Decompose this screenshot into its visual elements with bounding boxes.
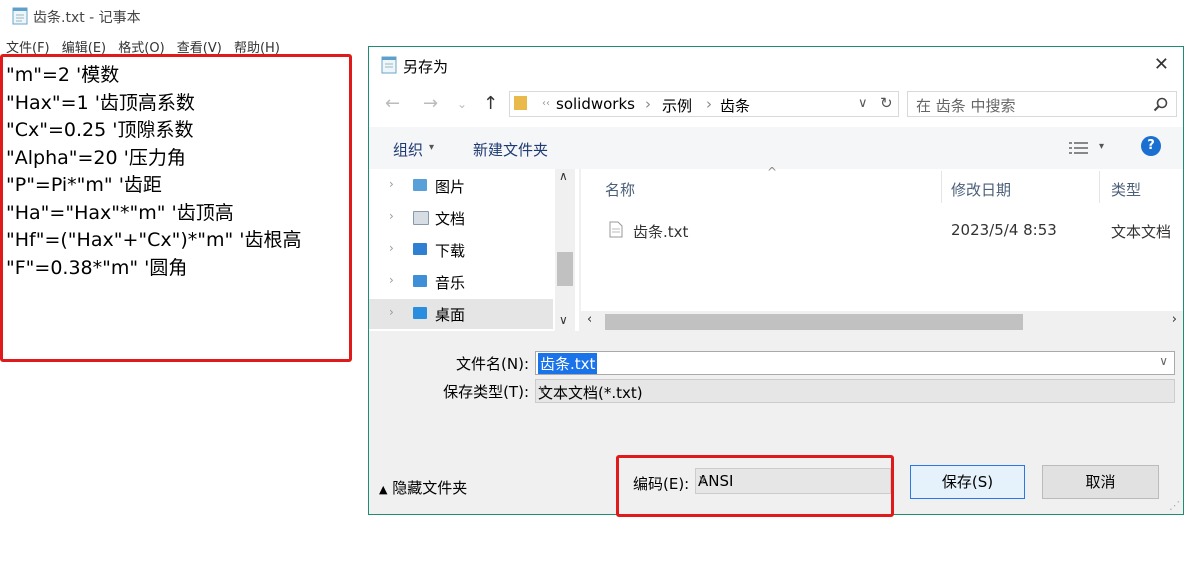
search-box[interactable]: 在 齿条 中搜索 bbox=[907, 91, 1177, 117]
filename-input[interactable]: 齿条.txt ∨ bbox=[535, 351, 1175, 375]
view-options-icon[interactable] bbox=[1069, 141, 1089, 155]
up-arrow-icon[interactable]: ↑ bbox=[483, 93, 498, 114]
notepad-titlebar: 齿条.txt - 记事本 bbox=[0, 0, 360, 34]
notepad-icon bbox=[381, 56, 397, 74]
notepad-icon bbox=[12, 7, 28, 25]
music-folder-icon bbox=[413, 275, 427, 287]
nav-item-label: 音乐 bbox=[435, 274, 466, 292]
nav-item-documents[interactable]: › 文档 bbox=[369, 203, 553, 233]
resize-grip-icon[interactable]: ⋰ bbox=[1169, 499, 1180, 512]
column-header-date[interactable]: 修改日期 bbox=[951, 179, 1011, 200]
nav-item-music[interactable]: › 音乐 bbox=[369, 267, 553, 297]
filetype-label: 保存类型(T): bbox=[443, 383, 529, 401]
nav-item-desktop[interactable]: › 桌面 bbox=[369, 299, 553, 329]
breadcrumb-overflow-icon: ‹‹ bbox=[542, 98, 550, 109]
filetype-select[interactable]: 文本文档(*.txt) ∨ bbox=[535, 379, 1175, 403]
search-placeholder: 在 齿条 中搜索 bbox=[916, 97, 1016, 115]
breadcrumb-separator-icon: › bbox=[645, 95, 651, 113]
address-row: ← → ⌄ ↑ ‹‹ solidworks › 示例 › 齿条 ∨ ↻ 在 齿条… bbox=[369, 83, 1183, 127]
file-name[interactable]: 齿条.txt bbox=[633, 221, 688, 242]
column-header-type[interactable]: 类型 bbox=[1111, 179, 1141, 200]
hide-folders-label: 隐藏文件夹 bbox=[392, 479, 468, 497]
nav-item-pictures[interactable]: › 图片 bbox=[369, 171, 553, 201]
nav-item-label: 下载 bbox=[435, 242, 466, 260]
dialog-toolbar: 组织 ▾ 新建文件夹 ▾ ? bbox=[369, 127, 1183, 169]
address-bar[interactable]: ‹‹ solidworks › 示例 › 齿条 ∨ ↻ bbox=[509, 91, 899, 117]
hide-folders-toggle[interactable]: ▲ 隐藏文件夹 bbox=[379, 477, 467, 498]
expand-arrow-icon[interactable]: › bbox=[389, 209, 394, 223]
nav-scrollbar[interactable]: ∧ ∨ bbox=[555, 169, 575, 331]
back-arrow-icon[interactable]: ← bbox=[385, 93, 400, 114]
file-list: ^ 名称 修改日期 类型 齿条.txt 2023/5/4 8:53 文本文档 bbox=[581, 165, 1183, 331]
column-divider[interactable] bbox=[1099, 171, 1100, 203]
chevron-down-icon: ▾ bbox=[429, 142, 435, 153]
highlight-box-encoding bbox=[616, 455, 894, 517]
close-icon[interactable]: ✕ bbox=[1154, 54, 1169, 75]
filename-value: 齿条.txt bbox=[538, 353, 598, 374]
navigation-pane: › 图片 › 文档 › 下载 › 音乐 › 桌面 bbox=[369, 169, 579, 331]
scroll-down-icon[interactable]: ∨ bbox=[559, 313, 568, 327]
nav-scrollbar-thumb[interactable] bbox=[557, 252, 573, 286]
chevron-down-icon[interactable]: ⌄ bbox=[457, 97, 467, 111]
downloads-folder-icon bbox=[413, 243, 427, 255]
nav-item-label: 图片 bbox=[435, 178, 466, 196]
expand-arrow-icon[interactable]: › bbox=[389, 305, 394, 319]
nav-item-label: 桌面 bbox=[435, 306, 466, 324]
dialog-titlebar: 另存为 ✕ bbox=[369, 47, 1183, 83]
organize-button[interactable]: 组织 bbox=[393, 139, 423, 160]
save-button[interactable]: 保存(S) bbox=[910, 465, 1025, 499]
expand-arrow-icon[interactable]: › bbox=[389, 177, 394, 191]
save-as-dialog: 另存为 ✕ ← → ⌄ ↑ ‹‹ solidworks › 示例 › 齿条 ∨ … bbox=[368, 46, 1184, 515]
breadcrumb-examples[interactable]: 示例 bbox=[662, 95, 692, 116]
desktop-folder-icon bbox=[413, 307, 427, 319]
refresh-icon[interactable]: ↻ bbox=[880, 94, 893, 112]
cancel-button[interactable]: 取消 bbox=[1042, 465, 1159, 499]
scroll-up-icon[interactable]: ∧ bbox=[559, 169, 568, 183]
folder-icon bbox=[514, 96, 527, 110]
chevron-down-icon[interactable]: ∨ bbox=[1159, 354, 1168, 368]
breadcrumb-rack[interactable]: 齿条 bbox=[720, 95, 750, 116]
search-icon bbox=[1153, 97, 1168, 112]
help-icon[interactable]: ? bbox=[1141, 136, 1161, 156]
scroll-left-icon[interactable]: ‹ bbox=[587, 312, 592, 327]
file-list-hscrollbar-thumb[interactable] bbox=[605, 314, 1023, 330]
scroll-right-icon[interactable]: › bbox=[1172, 312, 1177, 327]
chevron-down-icon[interactable]: ▾ bbox=[1099, 141, 1104, 152]
dialog-title: 另存为 bbox=[403, 58, 449, 76]
column-divider[interactable] bbox=[941, 171, 942, 203]
new-folder-button[interactable]: 新建文件夹 bbox=[473, 139, 548, 160]
column-header-name[interactable]: 名称 bbox=[605, 179, 635, 200]
file-type: 文本文档 bbox=[1111, 223, 1172, 241]
breadcrumb-solidworks[interactable]: solidworks bbox=[556, 95, 635, 113]
nav-item-label: 文档 bbox=[435, 210, 466, 228]
highlight-box-text bbox=[0, 54, 352, 362]
pictures-folder-icon bbox=[413, 179, 427, 191]
documents-folder-icon bbox=[413, 211, 429, 225]
sort-ascending-icon: ^ bbox=[767, 165, 778, 179]
expand-arrow-icon[interactable]: › bbox=[389, 273, 394, 287]
chevron-up-icon: ▲ bbox=[379, 483, 388, 496]
nav-item-downloads[interactable]: › 下载 bbox=[369, 235, 553, 265]
chevron-down-icon[interactable]: ∨ bbox=[538, 382, 1168, 396]
notepad-title: 齿条.txt - 记事本 bbox=[33, 10, 141, 26]
filename-label: 文件名(N): bbox=[456, 355, 529, 373]
text-file-icon bbox=[609, 221, 623, 238]
chevron-down-icon[interactable]: ∨ bbox=[858, 96, 868, 111]
breadcrumb-separator-icon: › bbox=[706, 95, 712, 113]
expand-arrow-icon[interactable]: › bbox=[389, 241, 394, 255]
forward-arrow-icon[interactable]: → bbox=[423, 93, 438, 114]
file-date: 2023/5/4 8:53 bbox=[951, 221, 1057, 239]
